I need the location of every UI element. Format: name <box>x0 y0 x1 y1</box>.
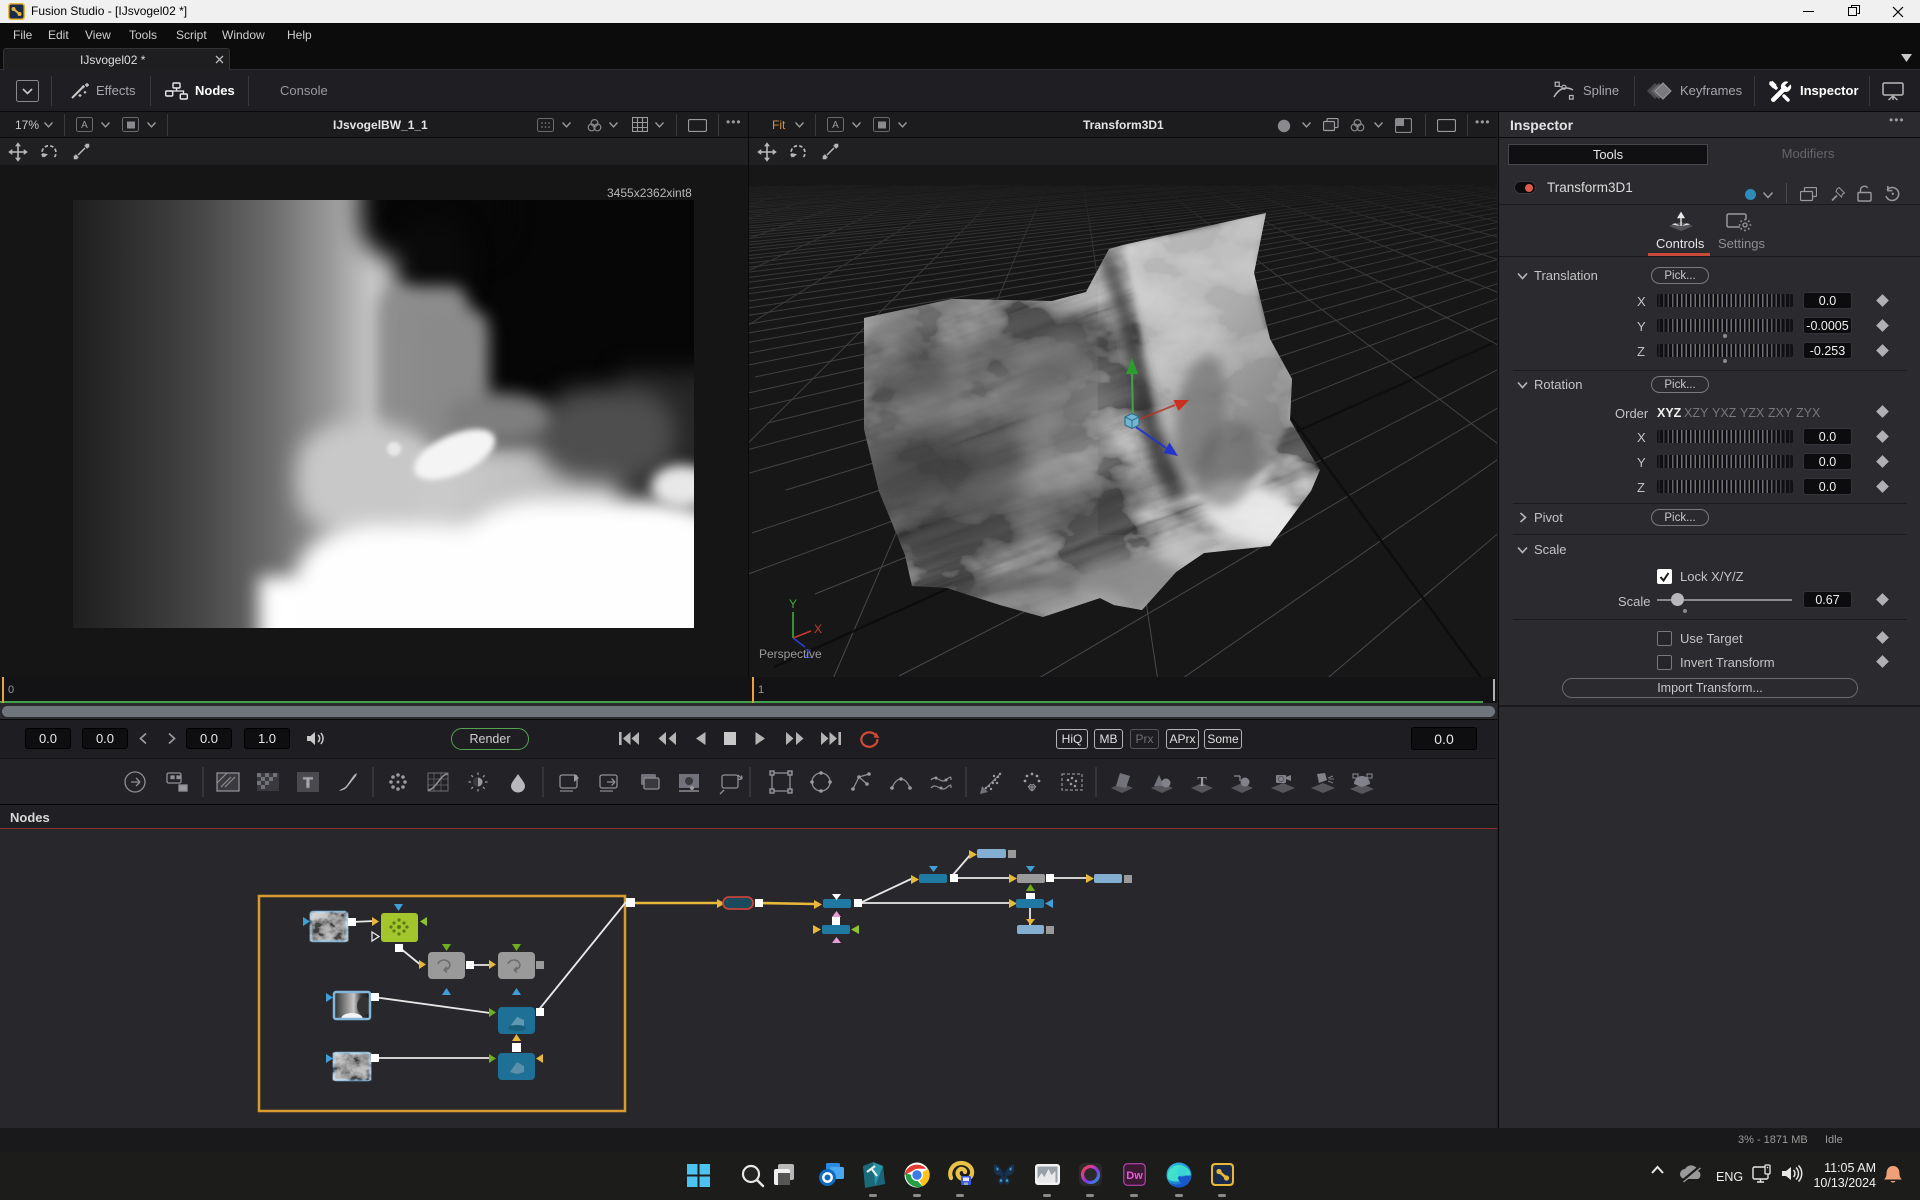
svg-text:11:05 AM: 11:05 AM <box>1824 1161 1876 1175</box>
svg-text:A: A <box>81 120 88 131</box>
svg-text:Y: Y <box>789 597 797 611</box>
svg-text:T: T <box>1197 775 1207 790</box>
svg-text:ENG: ENG <box>1716 1170 1743 1184</box>
svg-text:A: A <box>832 120 839 131</box>
svg-text:X: X <box>814 622 822 636</box>
svg-text:10/13/2024: 10/13/2024 <box>1813 1176 1876 1190</box>
svg-text:T: T <box>303 775 312 792</box>
svg-text:Dw: Dw <box>1126 1170 1143 1182</box>
